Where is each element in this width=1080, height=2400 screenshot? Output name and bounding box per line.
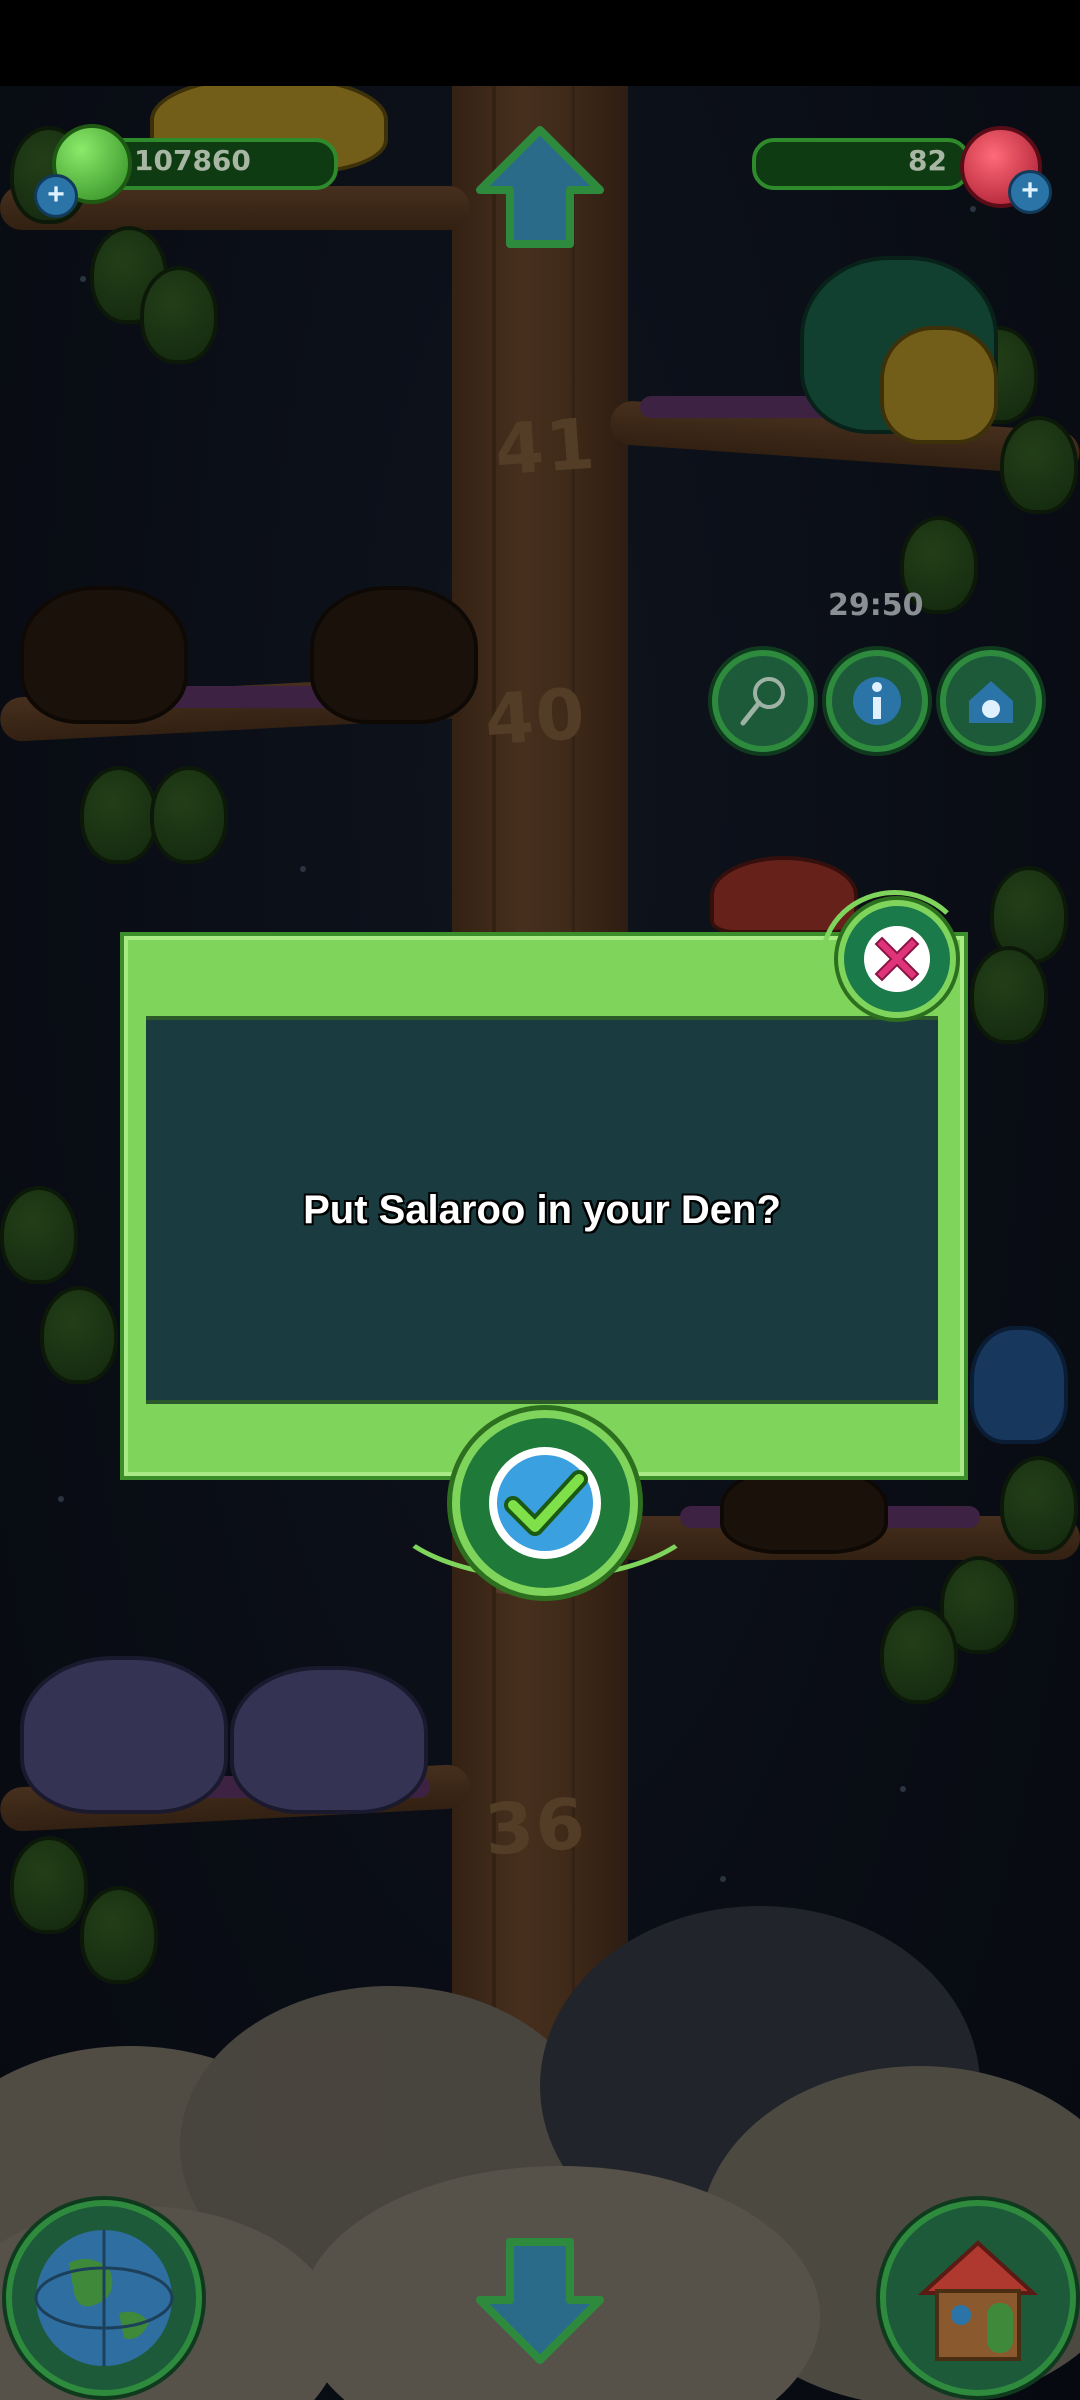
add-currency-button[interactable]: + xyxy=(34,174,78,218)
globe-icon xyxy=(34,2230,174,2366)
confirm-button[interactable] xyxy=(452,1410,638,1596)
catch-net-button[interactable] xyxy=(712,650,814,752)
timer-text: 29:50 xyxy=(828,588,924,623)
den-house-button[interactable] xyxy=(880,2200,1076,2396)
info-icon xyxy=(853,677,901,725)
up-arrow-icon xyxy=(476,126,604,248)
house-icon xyxy=(917,2240,1039,2361)
dialog-message: Put Salaroo in your Den? xyxy=(303,1187,781,1232)
checkmark-icon xyxy=(489,1447,601,1559)
den-icon xyxy=(969,681,1013,723)
den-button[interactable] xyxy=(940,650,1042,752)
down-arrow-icon xyxy=(476,2238,604,2364)
close-x-icon xyxy=(864,926,930,992)
dialog-body: Put Salaroo in your Den? xyxy=(146,1016,938,1404)
add-gems-button[interactable]: + xyxy=(1008,170,1052,214)
scroll-up-button[interactable] xyxy=(470,122,610,252)
close-button[interactable] xyxy=(838,900,956,1018)
scroll-down-button[interactable] xyxy=(470,2228,610,2368)
currency-amount: 107860 xyxy=(134,144,251,177)
gem-amount: 82 xyxy=(908,144,947,177)
info-button[interactable] xyxy=(826,650,928,752)
world-map-button[interactable] xyxy=(6,2200,202,2396)
confirm-dialog: Put Salaroo in your Den? xyxy=(120,932,968,1480)
status-bar xyxy=(0,0,1080,86)
net-icon xyxy=(740,677,785,726)
